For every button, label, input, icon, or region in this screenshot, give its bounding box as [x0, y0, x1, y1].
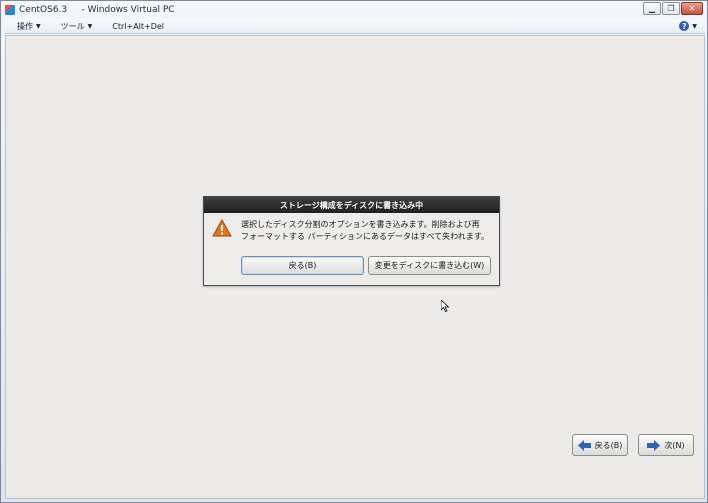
dialog-message-line-2: フォーマットする パーティションにあるデータはすべて失われます。	[241, 232, 489, 241]
warning-icon	[212, 219, 232, 237]
title-bar[interactable]: CentOS6.3 - Windows Virtual PC ▁ ❐ ✕	[1, 1, 707, 18]
menu-actions[interactable]: 操作 ▼	[5, 21, 49, 32]
chevron-down-icon: ▼	[692, 22, 697, 30]
chevron-down-icon: ▼	[36, 22, 41, 30]
menu-ctrl-alt-del[interactable]: Ctrl+Alt+Del	[100, 22, 172, 31]
dialog-title: ストレージ構成をディスクに書き込み中	[204, 197, 499, 213]
dialog-message: 選択したディスク分割のオプションを書き込みます。削除および再 フォーマットする …	[241, 219, 489, 243]
app-icon	[5, 4, 15, 15]
chevron-down-icon: ▼	[87, 22, 93, 30]
write-storage-dialog: ストレージ構成をディスクに書き込み中 選択したディスク分割のオプションを書き込み…	[203, 196, 500, 286]
menu-bar: 操作 ▼ ツール ▼ Ctrl+Alt+Del ? ▼	[5, 19, 705, 34]
menu-tools-label: ツール	[60, 21, 85, 31]
minimize-button[interactable]: ▁	[643, 2, 661, 15]
nav-next-button[interactable]: 次(N)	[638, 434, 694, 456]
menu-ctrl-alt-del-label: Ctrl+Alt+Del	[112, 21, 165, 31]
help-icon: ?	[679, 21, 690, 31]
dialog-message-line-1: 選択したディスク分割のオプションを書き込みます。削除および再	[241, 220, 480, 229]
back-button[interactable]: 戻る(B)	[241, 256, 364, 275]
nav-back-label: 戻る(B)	[594, 440, 623, 450]
restore-button[interactable]: ❐	[662, 2, 680, 15]
window-controls: ▁ ❐ ✕	[643, 2, 703, 15]
menu-tools[interactable]: ツール ▼	[49, 21, 101, 32]
close-button[interactable]: ✕	[681, 2, 703, 15]
nav-back-button[interactable]: 戻る(B)	[572, 434, 628, 456]
window-title: CentOS6.3 - Windows Virtual PC	[19, 4, 175, 15]
help-menu[interactable]: ? ▼	[679, 21, 697, 31]
nav-next-label: 次(N)	[664, 440, 685, 450]
arrow-left-icon	[577, 439, 591, 451]
dialog-body: 選択したディスク分割のオプションを書き込みます。削除および再 フォーマットする …	[212, 219, 496, 243]
arrow-right-icon	[647, 439, 661, 451]
write-changes-button[interactable]: 変更をディスクに書き込む(W)	[368, 256, 491, 275]
mouse-cursor-icon	[441, 300, 450, 312]
menu-actions-label: 操作	[17, 21, 33, 31]
